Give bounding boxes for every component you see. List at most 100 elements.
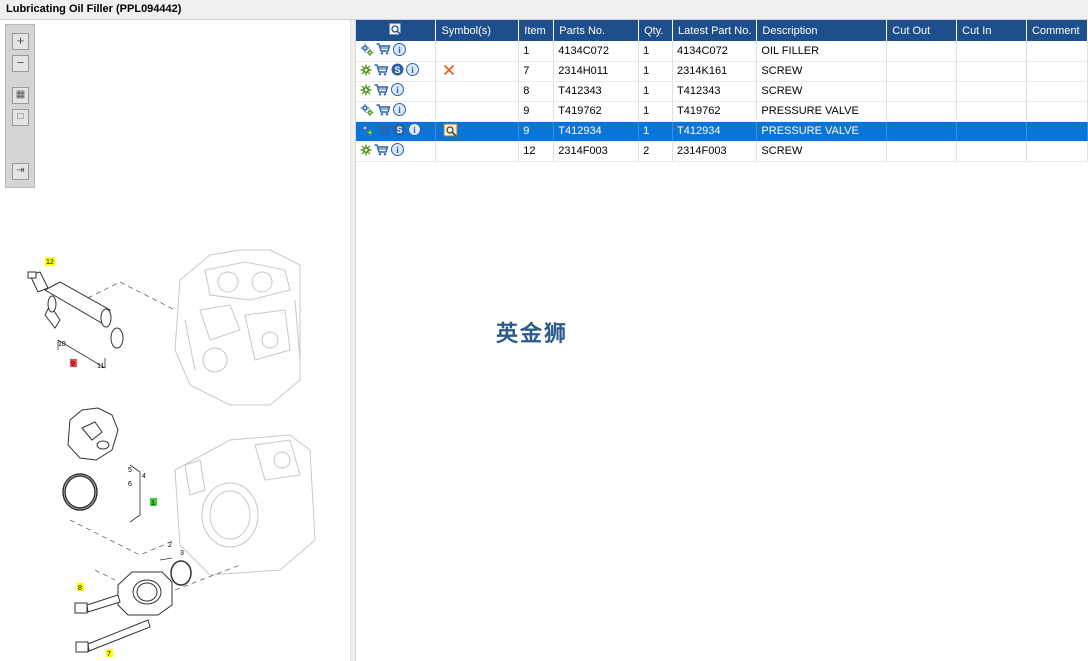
gears-icon[interactable] — [360, 103, 374, 119]
row-cut-out — [886, 41, 958, 62]
table-row[interactable]: Si 7 2314H011 1 2314K161 SCREW — [356, 61, 1088, 82]
engine-block-lower — [174, 434, 316, 576]
parts-table: Symbol(s) Item Parts No. Qty. Latest Par… — [356, 20, 1088, 162]
row-qty: 1 — [638, 121, 674, 142]
s-icon[interactable]: S — [391, 63, 404, 79]
column-header-qty[interactable]: Qty. — [638, 20, 674, 41]
column-header-latest-part-no[interactable]: Latest Part No. — [672, 20, 758, 41]
callout-8[interactable]: 8 — [77, 583, 84, 592]
column-header-description[interactable]: Description — [756, 20, 888, 41]
row-description: PRESSURE VALVE — [756, 121, 888, 142]
search-icon[interactable] — [389, 23, 403, 36]
row-actions: i — [356, 81, 437, 102]
filler-body — [117, 571, 173, 616]
info-icon[interactable]: i — [391, 83, 404, 99]
row-symbols — [435, 101, 520, 122]
gears-icon[interactable] — [360, 43, 374, 59]
cart-icon[interactable] — [374, 83, 389, 99]
callout-12[interactable]: 12 — [45, 257, 55, 266]
oil-filler-cap — [67, 407, 119, 461]
row-cut-out — [886, 141, 958, 162]
row-parts-no: 2314H011 — [553, 61, 640, 82]
row-qty: 1 — [638, 101, 674, 122]
info-icon[interactable]: i — [408, 123, 421, 139]
row-item: 8 — [518, 81, 555, 102]
bolt-7 — [75, 619, 151, 653]
part-label-2: 2 — [168, 542, 172, 549]
callout-7[interactable]: 7 — [106, 649, 113, 658]
exploded-parts-diagram[interactable]: 10 11 5 6 4 2 3 12 9 1 8 7 — [0, 210, 350, 660]
gear-icon[interactable] — [360, 64, 372, 79]
callout-9[interactable]: 9 — [70, 359, 77, 368]
row-actions: i — [356, 141, 437, 162]
row-latest-part-no: T419762 — [672, 101, 758, 122]
cart-icon[interactable] — [374, 143, 389, 159]
table-row[interactable]: i 8 T412343 1 T412343 SCREW — [356, 81, 1088, 102]
zoom-in-icon[interactable]: + — [12, 33, 29, 50]
info-icon[interactable]: i — [393, 103, 406, 119]
table-row[interactable]: i 1 4134C072 1 4134C072 OIL FILLER — [356, 41, 1088, 62]
row-description: SCREW — [756, 61, 888, 82]
cross-icon[interactable] — [443, 64, 455, 79]
watermark-logo: 英金狮 — [496, 322, 569, 347]
svg-text:S: S — [396, 125, 402, 135]
row-qty: 1 — [638, 81, 674, 102]
o-ring-cap — [62, 473, 98, 511]
row-qty: 1 — [638, 61, 674, 82]
table-row[interactable]: i 12 2314F003 2 2314F003 SCREW — [356, 141, 1088, 162]
table-row[interactable]: i 9 T419762 1 T419762 PRESSURE VALVE — [356, 101, 1088, 122]
column-header-parts-no[interactable]: Parts No. — [553, 20, 640, 41]
callout-1[interactable]: 1 — [150, 498, 157, 507]
row-parts-no: T419762 — [553, 101, 640, 122]
svg-text:7: 7 — [107, 651, 111, 658]
export-icon[interactable]: ⇥ — [12, 163, 29, 180]
info-icon[interactable]: i — [406, 63, 419, 79]
column-header-actions[interactable] — [356, 20, 437, 41]
column-header-comment[interactable]: Comment — [1026, 20, 1088, 41]
row-cut-out — [886, 121, 958, 142]
row-comment — [1026, 41, 1088, 62]
gears-icon[interactable] — [360, 123, 374, 139]
row-symbols — [435, 81, 520, 102]
column-header-cut-in[interactable]: Cut In — [956, 20, 1027, 41]
row-comment — [1026, 101, 1088, 122]
column-header-cut-out[interactable]: Cut Out — [886, 20, 958, 41]
row-description: SCREW — [756, 141, 888, 162]
zoom-out-icon[interactable]: − — [12, 55, 29, 72]
diagram-pane[interactable]: + − ▦ □ ⇥ 10 11 5 6 4 2 3 12 9 1 8 7 — [0, 20, 350, 661]
info-icon[interactable]: i — [391, 143, 404, 159]
parts-list-pane: Symbol(s) Item Parts No. Qty. Latest Par… — [356, 20, 1088, 661]
svg-text:1: 1 — [151, 500, 155, 507]
row-description: PRESSURE VALVE — [756, 101, 888, 122]
fit-all-icon[interactable]: ▦ — [12, 87, 29, 104]
row-actions: Si — [356, 121, 437, 142]
row-symbols — [435, 121, 520, 142]
fit-window-icon[interactable]: □ — [12, 109, 29, 126]
s-icon[interactable]: S — [393, 123, 406, 139]
row-cut-in — [956, 121, 1027, 142]
row-item: 7 — [518, 61, 555, 82]
svg-text:9: 9 — [71, 361, 75, 368]
row-parts-no: 2314F003 — [553, 141, 640, 162]
cart-icon[interactable] — [376, 103, 391, 119]
table-header-row: Symbol(s) Item Parts No. Qty. Latest Par… — [356, 20, 1088, 41]
row-comment — [1026, 121, 1088, 142]
row-qty: 1 — [638, 41, 674, 62]
table-row[interactable]: Si 9 T412934 1 T412934 PRESSURE VALVE — [356, 121, 1088, 142]
cart-icon[interactable] — [374, 63, 389, 79]
row-parts-no: 4134C072 — [553, 41, 640, 62]
view-icon[interactable] — [443, 123, 459, 140]
gear-icon[interactable] — [360, 144, 372, 159]
part-label-6: 6 — [128, 481, 132, 488]
cart-icon[interactable] — [376, 43, 391, 58]
column-header-item[interactable]: Item — [518, 20, 555, 41]
part-label-4: 4 — [142, 473, 146, 480]
column-header-symbols[interactable]: Symbol(s) — [435, 20, 520, 41]
cart-icon[interactable] — [376, 123, 391, 139]
row-symbols — [435, 61, 520, 82]
svg-text:12: 12 — [46, 259, 54, 266]
row-latest-part-no: 2314F003 — [672, 141, 758, 162]
info-icon[interactable]: i — [393, 42, 406, 59]
gear-icon[interactable] — [360, 84, 372, 99]
row-latest-part-no: T412934 — [672, 121, 758, 142]
